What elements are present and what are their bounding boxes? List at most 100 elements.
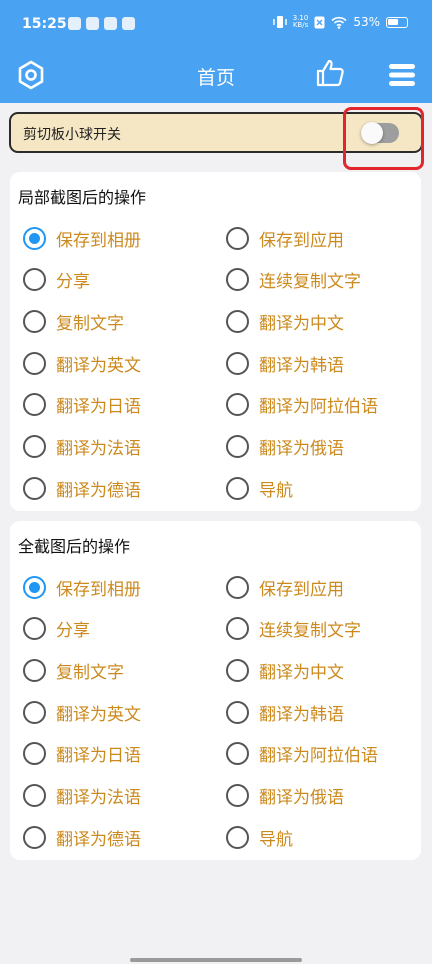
radio-option[interactable]: 导航 [226,473,293,503]
radio-button[interactable] [23,575,46,599]
status-app-icons [68,17,135,30]
radio-option[interactable]: 连续复制文字 [226,614,361,644]
radio-option-label: 翻译为韩语 [259,355,344,376]
thumbs-up-icon[interactable] [315,58,345,88]
radio-option-label: 保存到相册 [56,230,141,251]
gesture-nav-bar[interactable] [130,958,302,962]
status-bar: 15:25 3.10 KB/s 53% [0,0,432,52]
radio-option[interactable]: 复制文字 [23,306,124,336]
radio-option[interactable]: 翻译为俄语 [226,432,344,462]
radio-option-label: 导航 [259,480,293,501]
radio-button[interactable] [23,825,46,849]
radio-option[interactable]: 翻译为韩语 [226,348,344,378]
radio-option[interactable]: 翻译为阿拉伯语 [226,739,378,769]
radio-option-label: 连续复制文字 [259,272,361,293]
toolbar: 首页 [0,52,432,103]
radio-option-label: 复制文字 [56,662,124,683]
radio-button[interactable] [23,700,46,724]
wifi-icon [331,16,347,29]
partial-screenshot-heading: 局部截图后的操作 [18,188,147,207]
radio-button[interactable] [23,742,46,766]
full-screenshot-actions-card: 全截图后的操作 保存到相册 保存到应用分享 连续复制文字复制文字 翻译为中文翻译为英文… [10,521,421,860]
radio-option-label: 翻译为法语 [56,788,141,808]
radio-option-label: 翻译为中文 [259,313,344,334]
radio-option-label: 连续复制文字 [259,621,361,642]
radio-option[interactable]: 保存到相册 [23,572,141,602]
radio-option-label: 翻译为俄语 [259,788,344,808]
radio-option[interactable]: 翻译为日语 [23,390,141,420]
radio-option[interactable]: 翻译为韩语 [226,697,344,727]
radio-button[interactable] [226,309,249,333]
net-speed: 3.10 KB/s [293,15,309,29]
radio-button[interactable] [23,268,46,292]
radio-option[interactable]: 翻译为法语 [23,432,141,462]
radio-option-label: 翻译为英文 [56,355,141,376]
radio-option[interactable]: 翻译为德语 [23,822,141,852]
radio-button[interactable] [23,784,46,807]
radio-option[interactable]: 保存到相册 [23,223,141,253]
radio-option[interactable]: 保存到应用 [226,223,344,253]
menu-icon[interactable] [389,63,415,87]
radio-option-label: 翻译为阿拉伯语 [259,746,378,767]
radio-button[interactable] [23,658,46,682]
highlight-annotation-box [343,107,424,170]
radio-button[interactable] [226,658,249,682]
app-header: 15:25 3.10 KB/s 53% 首页 [0,0,432,103]
radio-option[interactable]: 分享 [23,265,90,295]
radio-option[interactable]: 翻译为英文 [23,697,141,727]
radio-option[interactable]: 翻译为俄语 [226,781,344,811]
radio-option-label: 保存到相册 [56,579,141,600]
radio-button[interactable] [23,351,46,375]
radio-button[interactable] [226,784,249,807]
battery-icon [386,16,408,28]
radio-option-label: 分享 [56,621,90,642]
radio-option[interactable]: 翻译为日语 [23,739,141,769]
battery-percent: 53% [353,15,380,29]
radio-option[interactable]: 复制文字 [23,655,124,685]
radio-option[interactable]: 导航 [226,822,293,852]
radio-button[interactable] [226,575,249,599]
radio-button[interactable] [226,617,249,641]
radio-button[interactable] [226,742,249,766]
status-time: 15:25 [22,16,67,32]
app-notification-icon [86,17,99,30]
radio-option[interactable]: 翻译为中文 [226,306,344,336]
radio-option-label: 翻译为德语 [56,480,141,501]
radio-button[interactable] [226,435,249,458]
radio-option[interactable]: 翻译为中文 [226,655,344,685]
radio-button[interactable] [23,435,46,458]
radio-option-label: 复制文字 [56,313,124,334]
radio-button[interactable] [23,476,46,500]
radio-option-label: 翻译为日语 [56,397,141,418]
radio-option[interactable]: 连续复制文字 [226,265,361,295]
radio-option[interactable]: 翻译为阿拉伯语 [226,390,378,420]
radio-button[interactable] [23,617,46,641]
radio-button[interactable] [23,309,46,333]
radio-option[interactable]: 翻译为英文 [23,348,141,378]
radio-option-label: 翻译为德语 [56,829,141,850]
radio-option-label: 翻译为俄语 [259,439,344,459]
radio-option-label: 保存到应用 [259,230,344,251]
net-speed-unit: KB/s [292,21,309,29]
radio-option-label: 翻译为阿拉伯语 [259,397,378,418]
radio-button[interactable] [23,226,46,250]
radio-option[interactable]: 翻译为法语 [23,781,141,811]
app-notification-icon [104,17,117,30]
app-notification-icon [68,17,81,30]
app-notification-icon [122,17,135,30]
radio-button[interactable] [226,393,249,417]
radio-button[interactable] [226,226,249,250]
status-right: 3.10 KB/s 53% [273,15,408,29]
vibrate-icon [273,16,287,28]
radio-button[interactable] [226,825,249,849]
radio-option[interactable]: 保存到应用 [226,572,344,602]
radio-option[interactable]: 分享 [23,614,90,644]
radio-option[interactable]: 翻译为德语 [23,473,141,503]
radio-button[interactable] [226,700,249,724]
radio-option-label: 分享 [56,272,90,293]
radio-button[interactable] [23,393,46,417]
radio-button[interactable] [226,268,249,292]
radio-button[interactable] [226,476,249,500]
full-screenshot-heading: 全截图后的操作 [18,537,131,556]
radio-button[interactable] [226,351,249,375]
